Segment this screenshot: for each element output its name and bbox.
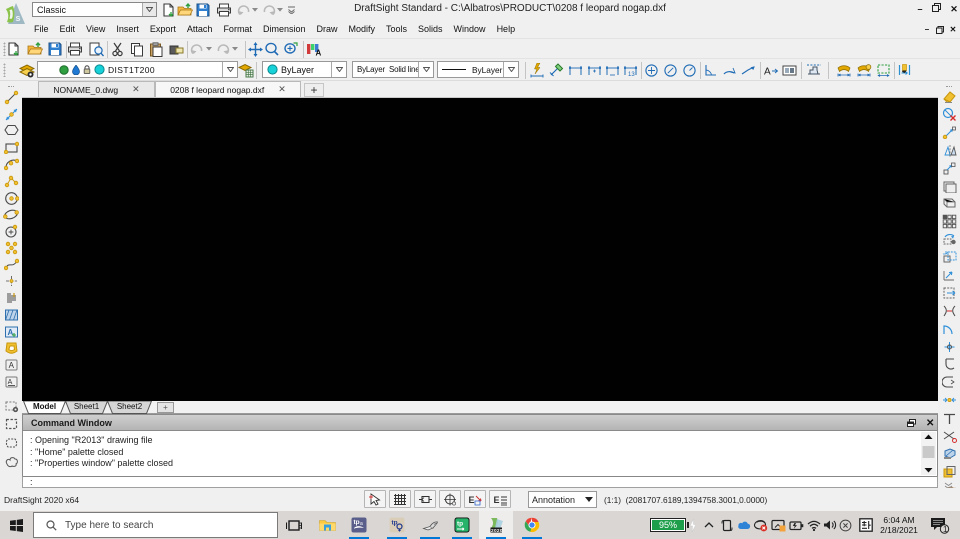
svg-text:A: A	[316, 49, 322, 57]
svg-text:1: 1	[943, 525, 948, 534]
svg-text:E: E	[493, 495, 499, 505]
svg-text:A: A	[7, 379, 12, 386]
svg-text:13: 13	[628, 72, 635, 77]
svg-text:A: A	[7, 328, 13, 337]
svg-text:E: E	[468, 495, 474, 505]
svg-text:s: s	[16, 13, 21, 23]
svg-text:A: A	[764, 66, 771, 76]
svg-text:A: A	[8, 361, 14, 370]
